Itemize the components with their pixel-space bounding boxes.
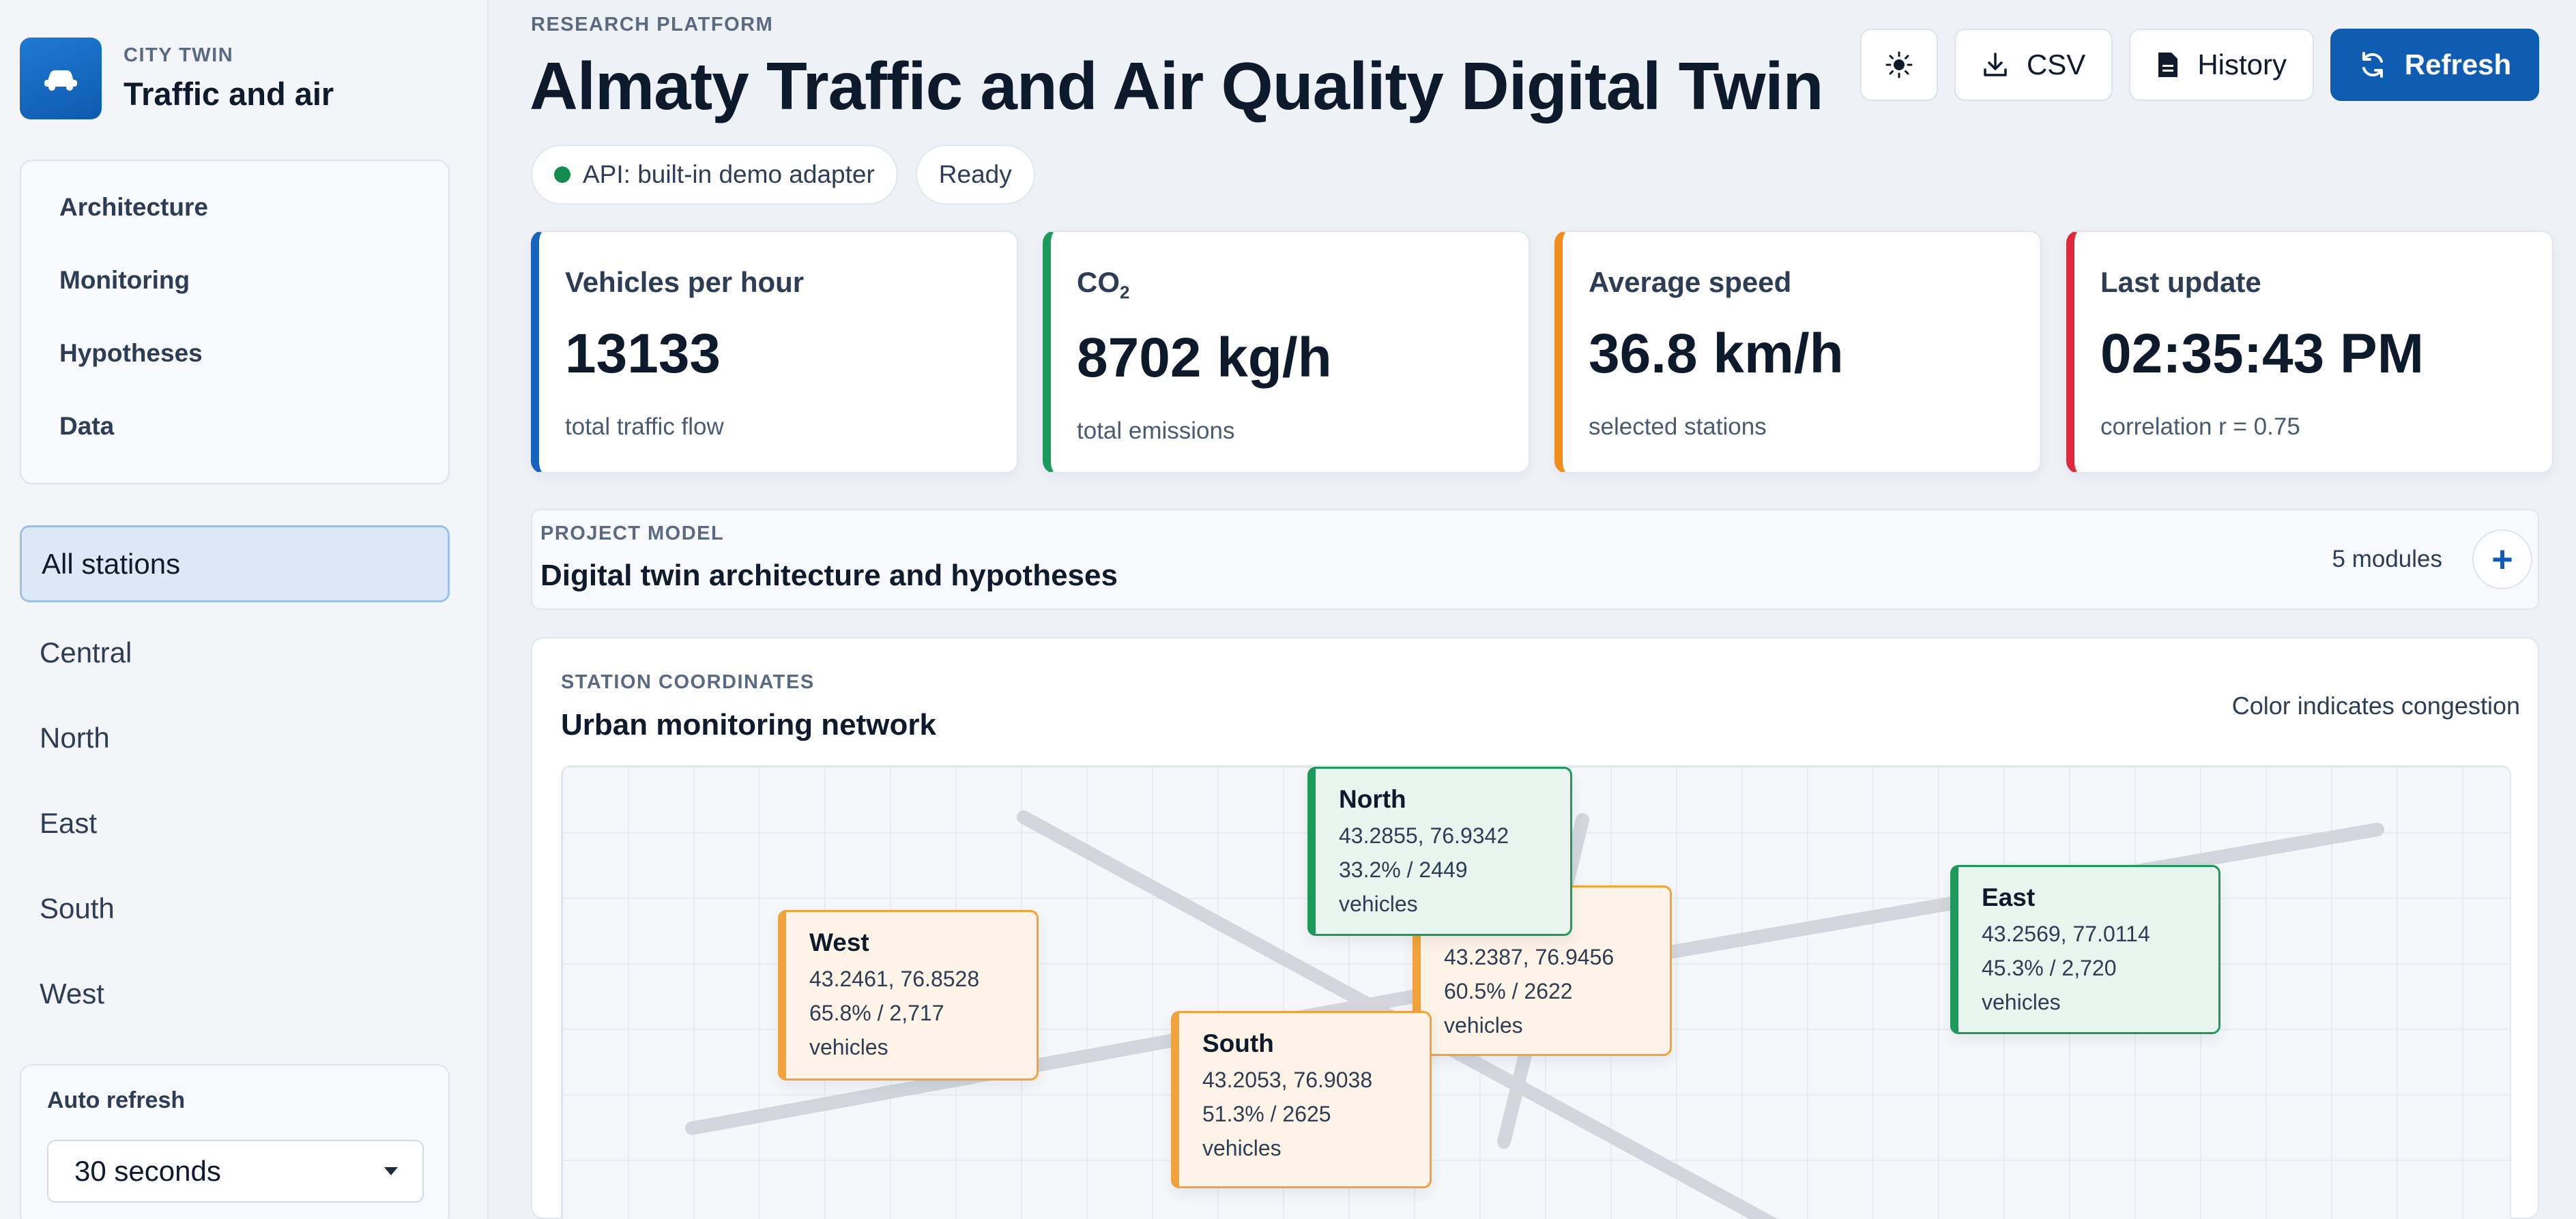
page-title: Almaty Traffic and Air Quality Digital T… xyxy=(530,48,1824,123)
csv-label: CSV xyxy=(2026,48,2086,80)
station-item-all[interactable]: All stations xyxy=(20,525,450,602)
station-item-central[interactable]: Central xyxy=(20,614,450,691)
history-label: History xyxy=(2197,48,2287,80)
nav-item-data[interactable]: Data xyxy=(59,413,448,486)
api-status-badge: API: built-in demo adapter xyxy=(531,145,898,205)
page-kicker: RESEARCH PLATFORM xyxy=(531,14,774,35)
auto-refresh-label: Auto refresh xyxy=(47,1087,186,1113)
station-card-north[interactable]: North 43.2855, 76.9342 33.2% / 2449 vehi… xyxy=(1307,767,1572,936)
monitoring-network-panel: STATION COORDINATES Urban monitoring net… xyxy=(531,637,2539,1219)
auto-refresh-value: 30 seconds xyxy=(74,1155,221,1187)
station-unit: vehicles xyxy=(1202,1136,1282,1160)
theme-toggle-button[interactable] xyxy=(1859,29,1938,101)
sun-icon xyxy=(1885,51,1913,78)
main-content: RESEARCH PLATFORM Almaty Traffic and Air… xyxy=(489,0,2576,1219)
station-coords: 43.2461, 76.8528 xyxy=(809,967,980,991)
station-stats: 45.3% / 2,720 xyxy=(1982,956,2117,980)
kpi-value: 02:35:43 PM xyxy=(2100,323,2425,385)
toolbar: CSV History Refresh xyxy=(1859,29,2539,101)
kpi-value: 8702 kg/h xyxy=(1077,327,1332,390)
csv-export-button[interactable]: CSV xyxy=(1954,29,2113,101)
station-name: East xyxy=(1982,883,2036,911)
auto-refresh-panel: Auto refresh 30 seconds xyxy=(20,1064,450,1219)
kpi-subtext: selected stations xyxy=(1589,413,1767,440)
chevron-down-icon xyxy=(384,1167,398,1175)
station-item-south[interactable]: South xyxy=(20,870,450,947)
station-coords: 43.2053, 76.9038 xyxy=(1202,1068,1373,1092)
document-icon xyxy=(2158,53,2178,77)
ready-status-badge: Ready xyxy=(915,145,1035,205)
project-title: Digital twin architecture and hypotheses xyxy=(540,559,1118,592)
nav-item-monitoring[interactable]: Monitoring xyxy=(59,267,448,340)
network-kicker: STATION COORDINATES xyxy=(561,671,815,693)
kpi-label: Average speed xyxy=(1589,266,1792,298)
download-icon xyxy=(1984,53,2007,76)
project-model-panel[interactable]: PROJECT MODEL Digital twin architecture … xyxy=(531,509,2539,610)
brand: CITY TWIN Traffic and air xyxy=(20,38,334,119)
station-item-west[interactable]: West xyxy=(20,955,450,1032)
api-status-text: API: built-in demo adapter xyxy=(583,160,875,188)
kpi-row: Vehicles per hour 13133 total traffic fl… xyxy=(531,231,2553,473)
station-item-north[interactable]: North xyxy=(20,699,450,776)
station-coords: 43.2855, 76.9342 xyxy=(1339,823,1509,848)
station-unit: vehicles xyxy=(1444,1013,1523,1038)
refresh-icon xyxy=(2362,52,2383,78)
station-coords: 43.2569, 77.0114 xyxy=(1982,922,2150,946)
nav-item-hypotheses[interactable]: Hypotheses xyxy=(59,340,448,413)
status-dot-icon xyxy=(554,166,570,183)
station-card-west[interactable]: West 43.2461, 76.8528 65.8% / 2,717 vehi… xyxy=(778,910,1039,1081)
station-stats: 33.2% / 2449 xyxy=(1339,857,1468,882)
nav-item-architecture[interactable]: Architecture xyxy=(59,194,448,267)
kpi-label: Vehicles per hour xyxy=(565,266,805,298)
kpi-card-co2: CO2 8702 kg/h total emissions xyxy=(1043,231,1530,473)
kpi-card-vehicles: Vehicles per hour 13133 total traffic fl… xyxy=(531,231,1018,473)
kpi-subtext: total traffic flow xyxy=(565,413,724,440)
status-pills: API: built-in demo adapter Ready xyxy=(531,145,1035,205)
modules-count: 5 modules xyxy=(2332,546,2442,572)
kpi-value: 13133 xyxy=(565,323,721,385)
station-card-east[interactable]: East 43.2569, 77.0114 45.3% / 2,720 vehi… xyxy=(1950,865,2220,1034)
kpi-value: 36.8 km/h xyxy=(1589,323,1844,385)
kpi-label: Last update xyxy=(2100,266,2261,298)
network-title: Urban monitoring network xyxy=(561,708,936,741)
auto-refresh-select[interactable]: 30 seconds xyxy=(47,1140,424,1203)
sidebar: CITY TWIN Traffic and air Architecture M… xyxy=(0,0,489,1219)
brand-kicker: CITY TWIN xyxy=(124,44,234,66)
station-stats: 65.8% / 2,717 xyxy=(809,1001,944,1025)
station-unit: vehicles xyxy=(809,1035,888,1059)
kpi-card-last-update: Last update 02:35:43 PM correlation r = … xyxy=(2066,231,2553,473)
station-map[interactable]: West 43.2461, 76.8528 65.8% / 2,717 vehi… xyxy=(561,765,2511,1219)
station-coords: 43.2387, 76.9456 xyxy=(1444,945,1615,969)
kpi-subtext: total emissions xyxy=(1077,417,1235,445)
history-button[interactable]: History xyxy=(2129,29,2314,101)
expand-plus-button[interactable]: + xyxy=(2472,529,2532,589)
station-card-south[interactable]: South 43.2053, 76.9038 51.3% / 2625 vehi… xyxy=(1171,1011,1432,1188)
refresh-label: Refresh xyxy=(2404,48,2512,80)
station-name: South xyxy=(1202,1029,1274,1057)
project-kicker: PROJECT MODEL xyxy=(540,523,725,544)
kpi-subtext: correlation r = 0.75 xyxy=(2100,413,2300,440)
station-name: North xyxy=(1339,785,1406,813)
congestion-legend-note: Color indicates congestion xyxy=(2231,692,2520,720)
brand-title: Traffic and air xyxy=(124,76,334,112)
car-logo-icon xyxy=(20,38,102,119)
station-item-east[interactable]: East xyxy=(20,784,450,862)
station-name: West xyxy=(809,928,869,956)
ready-status-text: Ready xyxy=(938,160,1012,188)
section-nav: Architecture Monitoring Hypotheses Data xyxy=(20,160,450,484)
station-unit: vehicles xyxy=(1339,892,1418,916)
kpi-card-speed: Average speed 36.8 km/h selected station… xyxy=(1554,231,2042,473)
station-stats: 60.5% / 2622 xyxy=(1444,979,1573,1003)
refresh-button[interactable]: Refresh xyxy=(2330,29,2539,101)
station-unit: vehicles xyxy=(1982,990,2061,1014)
kpi-label: CO2 xyxy=(1077,266,1130,303)
station-filter-list: All stations Central North East South We… xyxy=(20,525,450,1040)
station-stats: 51.3% / 2625 xyxy=(1202,1102,1331,1126)
